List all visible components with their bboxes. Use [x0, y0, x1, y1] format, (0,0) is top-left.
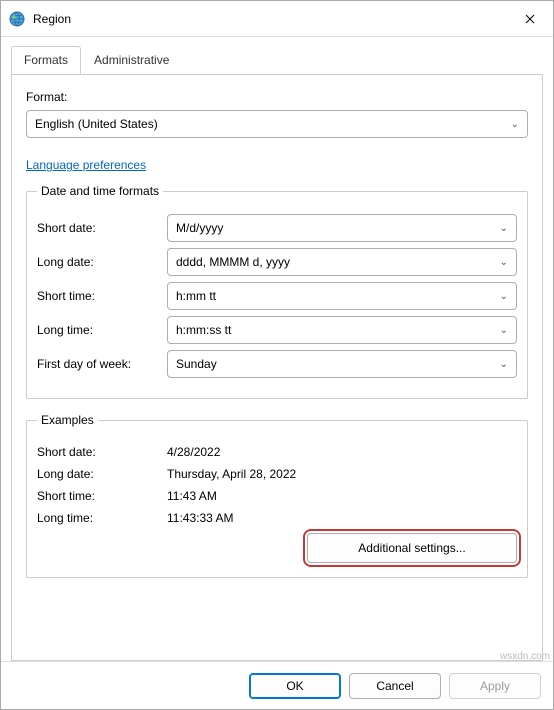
short-time-value: h:mm tt — [176, 289, 216, 303]
language-preferences-link[interactable]: Language preferences — [26, 158, 528, 172]
long-time-select[interactable]: h:mm:ss tt ⌄ — [167, 316, 517, 344]
ex-short-time-label: Short time: — [37, 489, 167, 503]
chevron-down-icon: ⌄ — [511, 119, 519, 130]
ex-long-date-label: Long date: — [37, 467, 167, 481]
tab-administrative[interactable]: Administrative — [81, 46, 182, 74]
first-day-label: First day of week: — [37, 357, 167, 371]
examples-legend: Examples — [37, 413, 98, 427]
ok-button[interactable]: OK — [249, 673, 341, 699]
chevron-down-icon: ⌄ — [500, 257, 508, 268]
chevron-down-icon: ⌄ — [500, 223, 508, 234]
long-date-select[interactable]: dddd, MMMM d, yyyy ⌄ — [167, 248, 517, 276]
first-day-select[interactable]: Sunday ⌄ — [167, 350, 517, 378]
short-time-label: Short time: — [37, 289, 167, 303]
ex-long-time-label: Long time: — [37, 511, 167, 525]
ex-short-date-label: Short date: — [37, 445, 167, 459]
chevron-down-icon: ⌄ — [500, 291, 508, 302]
cancel-button[interactable]: Cancel — [349, 673, 441, 699]
short-time-select[interactable]: h:mm tt ⌄ — [167, 282, 517, 310]
chevron-down-icon: ⌄ — [500, 359, 508, 370]
globe-icon — [9, 11, 25, 27]
region-dialog: Region Formats Administrative Format: En… — [0, 0, 554, 710]
client-area: Formats Administrative Format: English (… — [1, 37, 553, 661]
format-label: Format: — [26, 90, 528, 104]
format-select-value: English (United States) — [35, 117, 158, 131]
chevron-down-icon: ⌄ — [500, 325, 508, 336]
ex-short-time-value: 11:43 AM — [167, 489, 517, 503]
watermark: wsxdn.com — [500, 651, 550, 662]
long-time-label: Long time: — [37, 323, 167, 337]
date-time-formats-group: Date and time formats Short date: M/d/yy… — [26, 184, 528, 399]
long-time-value: h:mm:ss tt — [176, 323, 231, 337]
ex-long-date-value: Thursday, April 28, 2022 — [167, 467, 517, 481]
tab-formats[interactable]: Formats — [11, 46, 81, 74]
first-day-value: Sunday — [176, 357, 217, 371]
dialog-buttons: OK Cancel Apply — [1, 661, 553, 709]
short-date-select[interactable]: M/d/yyyy ⌄ — [167, 214, 517, 242]
long-date-label: Long date: — [37, 255, 167, 269]
ex-short-date-value: 4/28/2022 — [167, 445, 517, 459]
long-date-value: dddd, MMMM d, yyyy — [176, 255, 290, 269]
tabstrip: Formats Administrative — [11, 46, 543, 75]
format-select[interactable]: English (United States) ⌄ — [26, 110, 528, 138]
titlebar: Region — [1, 1, 553, 37]
additional-settings-button[interactable]: Additional settings... — [307, 533, 517, 563]
apply-button: Apply — [449, 673, 541, 699]
short-date-value: M/d/yyyy — [176, 221, 223, 235]
close-button[interactable] — [507, 1, 553, 37]
examples-group: Examples Short date: 4/28/2022 Long date… — [26, 413, 528, 578]
formats-panel: Format: English (United States) ⌄ Langua… — [11, 74, 543, 661]
short-date-label: Short date: — [37, 221, 167, 235]
date-time-formats-legend: Date and time formats — [37, 184, 163, 198]
ex-long-time-value: 11:43:33 AM — [167, 511, 517, 525]
window-title: Region — [33, 12, 71, 26]
